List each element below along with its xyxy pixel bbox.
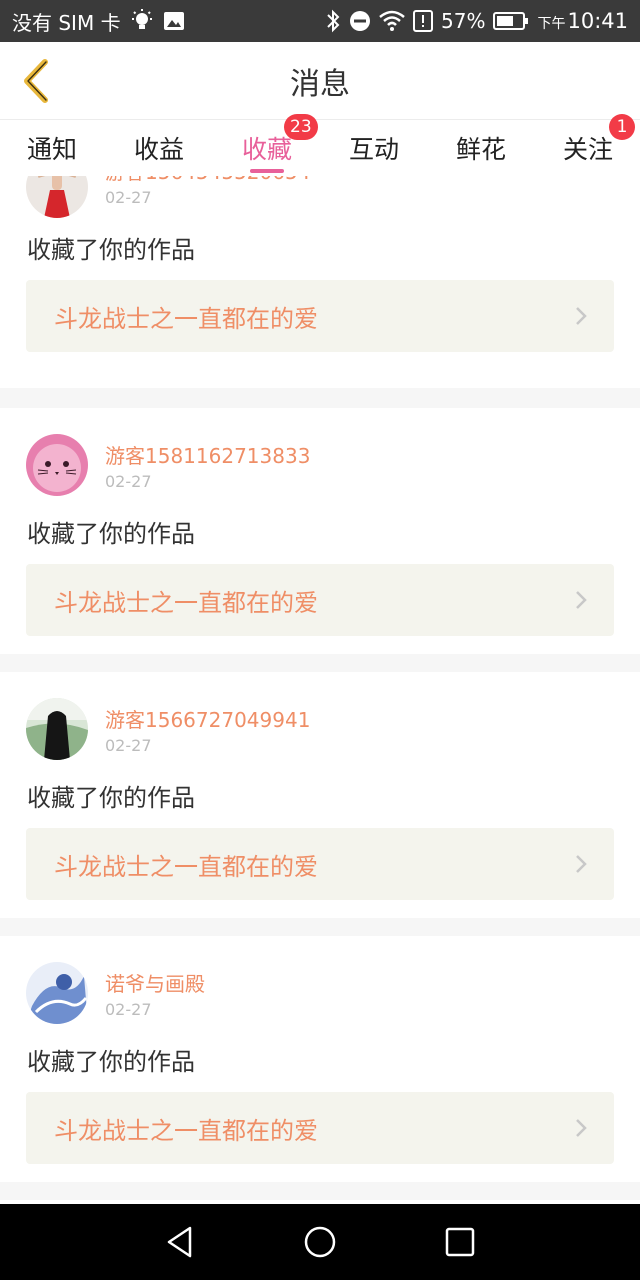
- back-triangle-icon: [167, 1226, 192, 1258]
- chevron-right-icon: [576, 307, 587, 325]
- work-title: 斗龙战士之一直都在的爱: [54, 588, 318, 617]
- battery-percent: 57%: [441, 9, 486, 33]
- message-list[interactable]: 游客1564545520654 02-27 收藏了你的作品 斗龙战士之一直都在的…: [0, 176, 640, 1204]
- system-nav-bar: [0, 1204, 640, 1280]
- clock-time: 10:41: [567, 9, 628, 33]
- action-text: 收藏了你的作品: [27, 784, 195, 812]
- recent-square-icon: [445, 1227, 475, 1257]
- action-text: 收藏了你的作品: [27, 520, 195, 548]
- nav-home-button[interactable]: [290, 1212, 350, 1272]
- nav-back-button[interactable]: [150, 1212, 210, 1272]
- carrier-label: 没有 SIM 卡: [12, 10, 121, 35]
- work-link[interactable]: 斗龙战士之一直都在的爱: [26, 280, 614, 352]
- work-title: 斗龙战士之一直都在的爱: [54, 304, 318, 333]
- user-name[interactable]: 游客1581162713833: [105, 440, 310, 469]
- wifi-icon: [379, 10, 405, 32]
- app-header: 消息: [0, 42, 640, 120]
- status-bar: 没有 SIM 卡 57% 下午10:41: [0, 0, 640, 42]
- work-title: 斗龙战士之一直都在的爱: [54, 1116, 318, 1145]
- message-date: 02-27: [105, 472, 152, 491]
- tab-favorites[interactable]: 收藏 23: [222, 114, 318, 176]
- action-text: 收藏了你的作品: [27, 1048, 195, 1076]
- work-link[interactable]: 斗龙战士之一直都在的爱: [26, 1092, 614, 1164]
- tab-earnings[interactable]: 收益: [114, 120, 204, 176]
- list-item: 游客1566727049941 02-27 收藏了你的作品 斗龙战士之一直都在的…: [0, 672, 640, 918]
- tab-notifications[interactable]: 通知: [7, 120, 97, 176]
- message-date: 02-27: [105, 736, 152, 755]
- follows-badge: 1: [609, 114, 635, 140]
- nav-recents-button[interactable]: [430, 1212, 490, 1272]
- tab-label: 鲜花: [455, 135, 506, 164]
- list-item: 游客1564545520654 02-27 收藏了你的作品 斗龙战士之一直都在的…: [0, 176, 640, 388]
- clock-period: 下午: [537, 16, 566, 32]
- tab-follows[interactable]: 关注 1: [543, 114, 635, 176]
- work-link[interactable]: 斗龙战士之一直都在的爱: [26, 828, 614, 900]
- bluetooth-icon: [325, 9, 341, 33]
- message-date: 02-27: [105, 188, 152, 207]
- avatar[interactable]: [26, 698, 88, 760]
- message-tabs: 通知 收益 收藏 23 互动 鲜花 关注 1: [0, 114, 640, 176]
- list-item: 诺爷与画殿 02-27 收藏了你的作品 斗龙战士之一直都在的爱: [0, 936, 640, 1182]
- clock: 下午10:41: [537, 9, 628, 33]
- page-title: 消息: [290, 67, 350, 102]
- user-name[interactable]: 诺爷与画殿: [105, 968, 205, 997]
- alert-icon: [413, 10, 434, 32]
- image-icon: [163, 10, 185, 32]
- user-name[interactable]: 游客1564545520654: [105, 176, 310, 185]
- chevron-right-icon: [576, 1119, 587, 1137]
- active-tab-indicator: [250, 169, 284, 173]
- tab-interactions[interactable]: 互动: [329, 120, 419, 176]
- tab-label: 通知: [26, 135, 77, 164]
- tab-label: 收藏: [241, 135, 292, 164]
- work-title: 斗龙战士之一直都在的爱: [54, 852, 318, 881]
- tab-label: 关注: [562, 135, 613, 164]
- work-link[interactable]: 斗龙战士之一直都在的爱: [26, 564, 614, 636]
- action-text: 收藏了你的作品: [27, 236, 195, 264]
- avatar[interactable]: [26, 962, 88, 1024]
- bulb-icon: [129, 8, 155, 34]
- tab-flowers[interactable]: 鲜花: [436, 120, 526, 176]
- chevron-right-icon: [576, 591, 587, 609]
- home-circle-icon: [304, 1226, 336, 1258]
- chevron-right-icon: [576, 855, 587, 873]
- tab-label: 收益: [133, 135, 184, 164]
- dnd-icon: [349, 10, 371, 32]
- battery-icon: [493, 11, 529, 31]
- message-date: 02-27: [105, 1000, 152, 1019]
- avatar[interactable]: [26, 176, 88, 218]
- tab-label: 互动: [348, 135, 399, 164]
- avatar[interactable]: [26, 434, 88, 496]
- user-name[interactable]: 游客1566727049941: [105, 704, 310, 733]
- list-item: 游客1581162713833 02-27 收藏了你的作品 斗龙战士之一直都在的…: [0, 408, 640, 654]
- favorites-badge: 23: [284, 114, 318, 140]
